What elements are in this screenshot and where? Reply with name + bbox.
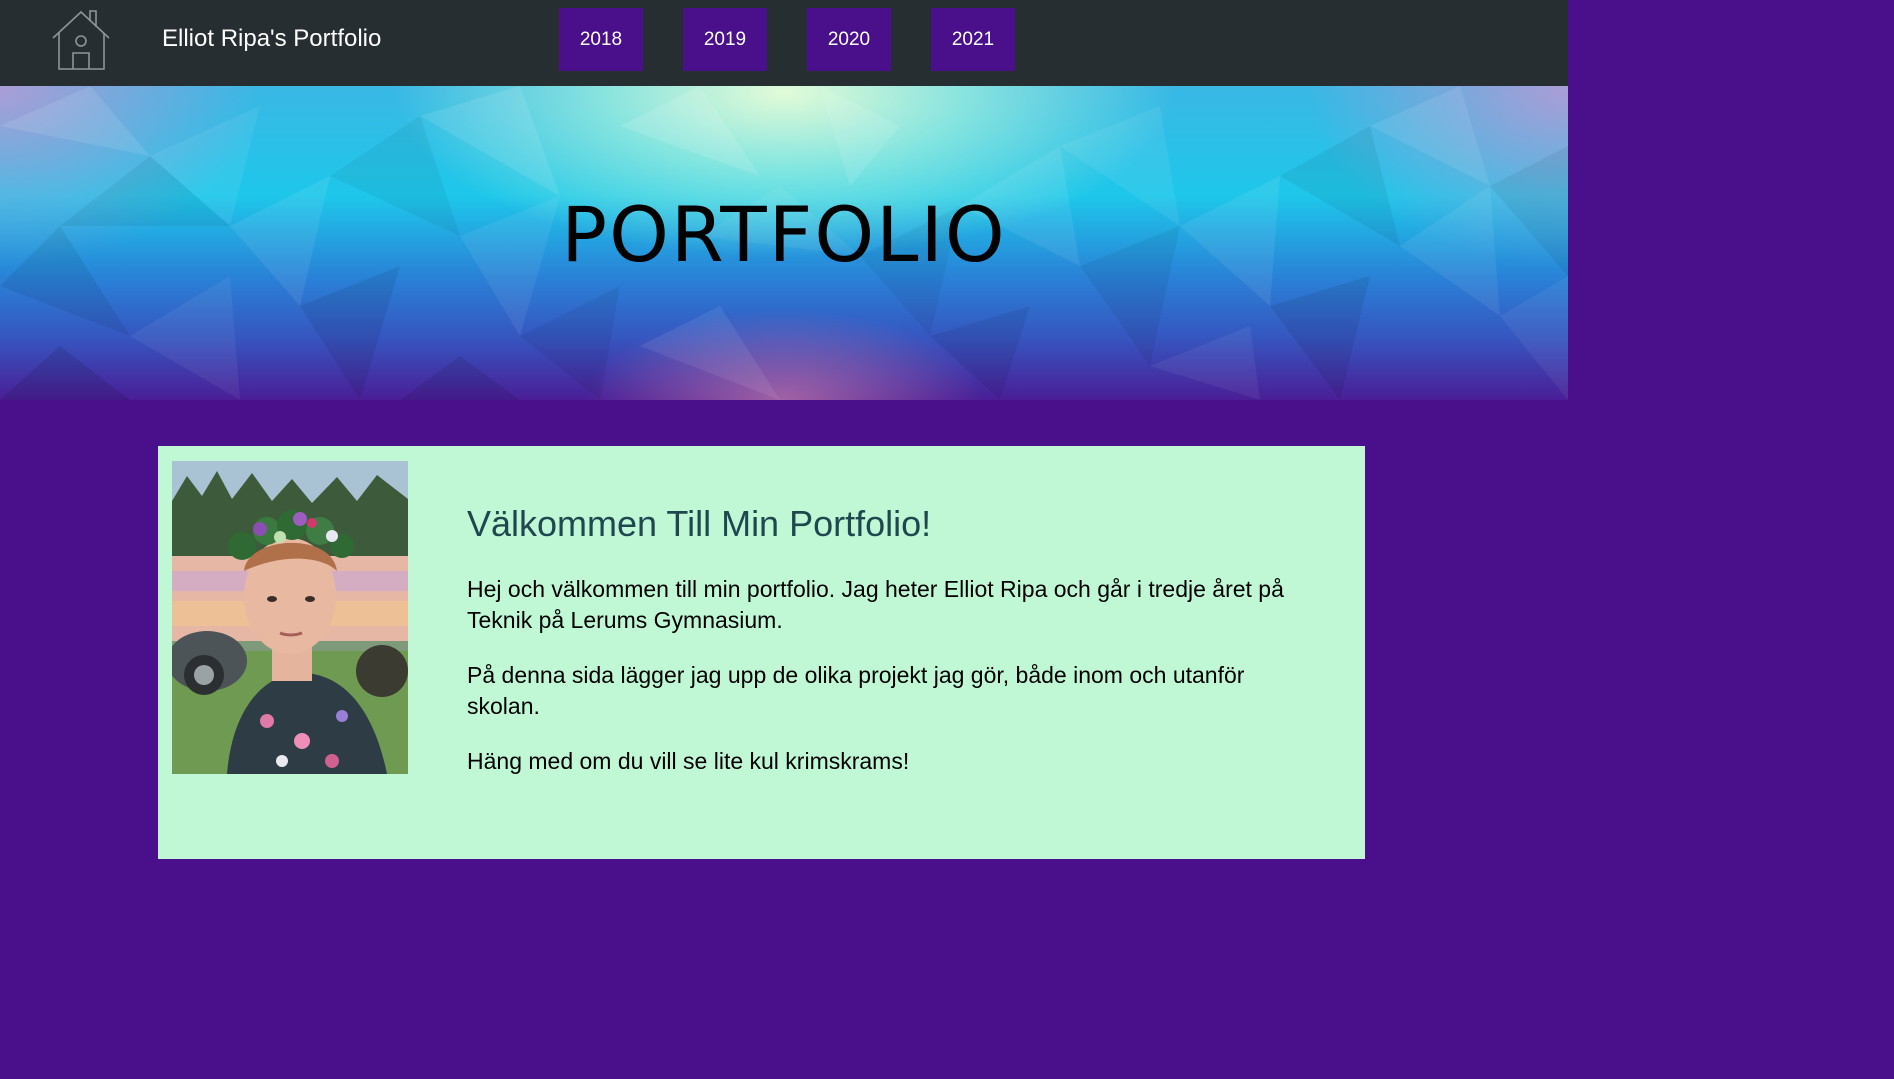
intro-paragraph-1: Hej och välkommen till min portfolio. Ja… <box>467 576 1284 633</box>
welcome-heading: Välkommen Till Min Portfolio! <box>467 503 932 544</box>
nav-button-2021[interactable]: 2021 <box>931 8 1015 71</box>
intro-card: Välkommen Till Min Portfolio! Hej och vä… <box>158 446 1365 859</box>
site-title: Elliot Ripa's Portfolio <box>162 25 382 52</box>
intro-paragraph-3: Häng med om du vill se lite kul krimskra… <box>467 748 910 774</box>
hero-title: PORTFOLIO <box>561 190 1007 279</box>
nav-button-2020[interactable]: 2020 <box>807 8 891 71</box>
hero-banner: PORTFOLIO <box>0 86 1568 400</box>
house-outline-icon <box>52 10 110 70</box>
nav-button-2019[interactable]: 2019 <box>683 8 767 71</box>
intro-paragraph-2: På denna sida lägger jag upp de olika pr… <box>467 662 1245 719</box>
home-link[interactable] <box>50 8 112 72</box>
profile-photo <box>172 461 408 774</box>
top-navigation-bar: Elliot Ripa's Portfolio 2018 2019 2020 2… <box>0 0 1568 86</box>
nav-button-2018[interactable]: 2018 <box>559 8 643 71</box>
